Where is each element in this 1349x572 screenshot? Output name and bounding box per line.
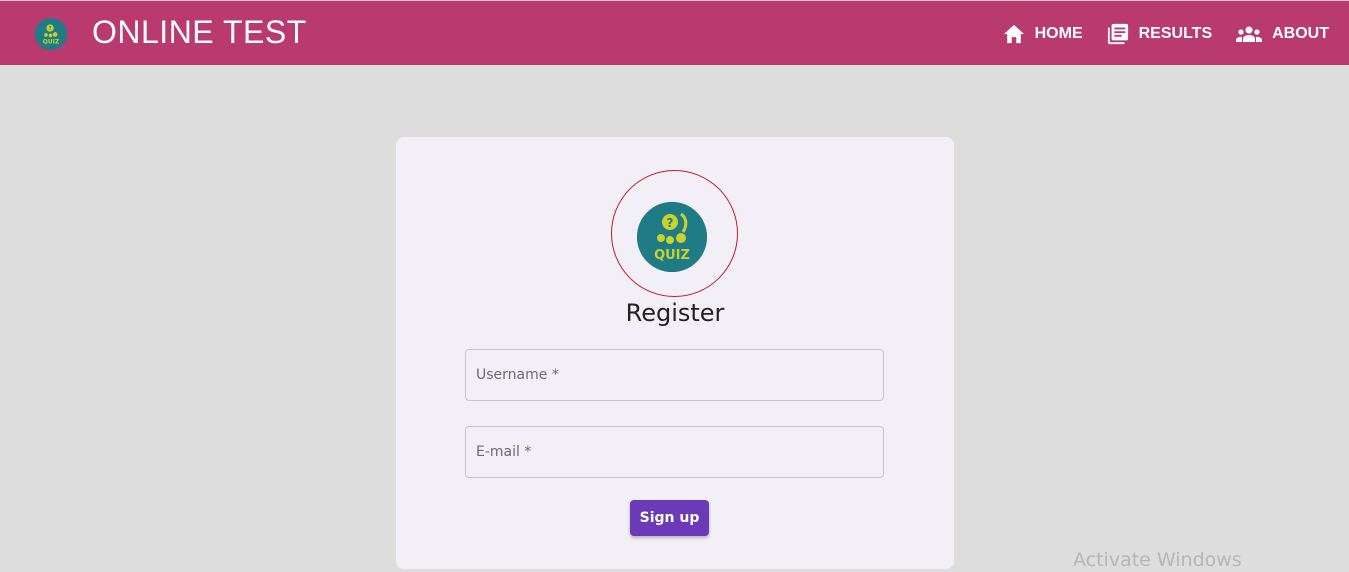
register-title: Register [625,299,725,327]
nav-home-label: HOME [1034,24,1083,42]
results-icon [1107,23,1128,44]
quiz-logo-icon: ? QUIZ [637,202,707,272]
email-field [465,426,884,478]
register-card: ? QUIZ Register Sign up [396,137,954,569]
app-title[interactable]: ONLINE TEST [92,14,307,51]
quiz-logo-icon[interactable]: ? QUIZ [35,18,67,50]
svg-text:?: ? [49,26,52,32]
nav-results[interactable]: RESULTS [1107,23,1212,45]
nav-about-label: ABOUT [1272,24,1329,42]
top-navbar: ? QUIZ ONLINE TEST HOME RESULTS ABOUT [0,0,1349,65]
nav-home[interactable]: HOME [1003,24,1083,44]
username-field [465,349,884,401]
nav-about[interactable]: ABOUT [1236,25,1329,43]
nav-results-label: RESULTS [1138,24,1213,42]
svg-text:?: ? [667,216,674,230]
logo-text: QUIZ [43,39,60,46]
windows-activation-watermark: Activate Windows [1073,549,1242,571]
logo-ring: ? QUIZ [611,170,738,297]
signup-button[interactable]: Sign up [630,500,709,536]
logo-text: QUIZ [654,248,690,263]
email-input[interactable] [466,427,883,477]
username-input[interactable] [466,350,883,400]
home-icon [1003,24,1024,43]
main-nav: HOME RESULTS ABOUT [979,1,1329,66]
people-icon [1236,26,1263,42]
